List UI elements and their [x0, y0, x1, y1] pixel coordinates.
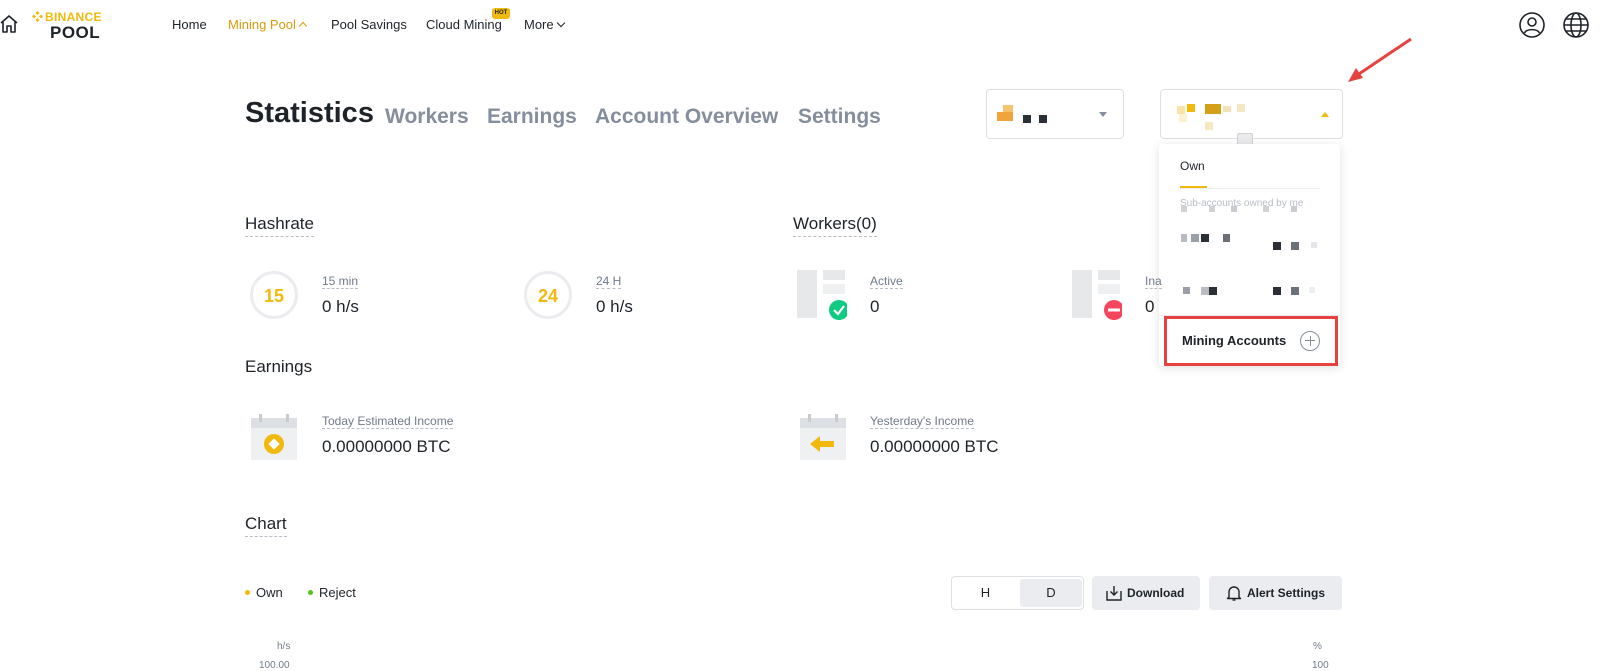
- hashrate-title: Hashrate: [245, 214, 314, 237]
- mining-accounts-row[interactable]: Mining Accounts: [1164, 316, 1338, 366]
- today-income-calendar-icon: [251, 414, 297, 460]
- active-workers-icon: [797, 270, 847, 320]
- home-icon[interactable]: [0, 14, 18, 34]
- annotation-arrow-icon: [1348, 37, 1412, 82]
- nav-cloud-mining[interactable]: Cloud Mining: [426, 17, 502, 32]
- alert-settings-button[interactable]: Alert Settings: [1209, 576, 1342, 610]
- earnings-title: Earnings: [245, 357, 313, 376]
- binance-diamond-icon: [32, 11, 43, 22]
- logo-pool-text: POOL: [50, 23, 101, 42]
- active-workers-value: 0: [870, 297, 880, 316]
- workers-title: Workers(0): [793, 214, 877, 237]
- download-button[interactable]: Download: [1092, 576, 1200, 610]
- hashrate-24h-value: 0 h/s: [596, 297, 633, 316]
- chevron-down-icon: [556, 18, 565, 28]
- y-axis-left-tick: 100.00: [259, 660, 290, 671]
- hashrate-15min-label: 15 min: [322, 274, 359, 289]
- legend-own-label[interactable]: Own: [256, 585, 283, 600]
- hashrate-15min-value: 0 h/s: [322, 297, 359, 316]
- today-income-label: Today Estimated Income: [322, 414, 454, 429]
- legend-reject-label[interactable]: Reject: [319, 585, 356, 600]
- binance-pool-logo[interactable]: BINANCE POOL: [32, 10, 112, 42]
- active-workers-label: Active: [870, 274, 903, 289]
- caret-up-icon: [1321, 112, 1329, 117]
- hot-badge: HOT: [492, 8, 510, 19]
- globe-language-icon[interactable]: [1562, 11, 1590, 39]
- interval-toggle: H D: [951, 576, 1084, 610]
- yesterday-income-label: Yesterday's Income: [870, 414, 974, 429]
- add-mining-account-icon[interactable]: [1300, 331, 1320, 351]
- tab-settings[interactable]: Settings: [798, 105, 881, 129]
- account-select[interactable]: [1160, 89, 1343, 139]
- inactive-workers-icon: [1072, 270, 1122, 320]
- chart-title: Chart: [245, 514, 287, 537]
- coin-select[interactable]: [986, 89, 1124, 139]
- hashrate-24h-label: 24 H: [596, 274, 622, 289]
- dropdown-tab-own[interactable]: Own: [1180, 159, 1205, 173]
- logo-binance-text: BINANCE: [45, 10, 102, 24]
- sub-accounts-label: Sub-accounts owned by me: [1180, 198, 1304, 209]
- alert-settings-label: Alert Settings: [1247, 586, 1326, 600]
- tab-earnings[interactable]: Earnings: [487, 105, 577, 129]
- today-income-value: 0.00000000 BTC: [322, 437, 451, 456]
- mining-accounts-label: Mining Accounts: [1182, 333, 1287, 348]
- caret-down-icon: [1099, 112, 1107, 117]
- y-axis-right-unit: %: [1313, 641, 1322, 652]
- legend-own-dot: [245, 590, 250, 595]
- refresh-24-icon: 24: [524, 271, 572, 319]
- inactive-workers-value: 0: [1145, 297, 1155, 316]
- y-axis-right-tick: 100: [1312, 660, 1329, 671]
- yesterday-income-value: 0.00000000 BTC: [870, 437, 999, 456]
- bell-icon: [1226, 586, 1242, 601]
- nav-home[interactable]: Home: [172, 17, 207, 32]
- nav-mining-pool[interactable]: Mining Pool: [228, 17, 308, 32]
- yesterday-income-calendar-icon: [800, 414, 846, 460]
- nav-more-label: More: [524, 17, 554, 32]
- tab-statistics[interactable]: Statistics: [245, 97, 374, 130]
- y-axis-left-unit: h/s: [277, 641, 291, 652]
- refresh-15-icon: 15: [250, 271, 298, 319]
- interval-hour-button[interactable]: H: [952, 577, 1019, 609]
- download-icon: [1106, 586, 1122, 601]
- refresh-15-icon-label: 15: [263, 286, 285, 306]
- tab-workers[interactable]: Workers: [385, 105, 469, 129]
- interval-day-button[interactable]: D: [1020, 579, 1082, 607]
- nav-more[interactable]: More: [524, 17, 565, 32]
- refresh-24-icon-label: 24: [537, 286, 559, 306]
- nav-mining-pool-label: Mining Pool: [228, 17, 296, 32]
- legend-reject-dot: [308, 590, 313, 595]
- chevron-up-icon: [298, 21, 308, 31]
- divider: [1180, 188, 1320, 189]
- inactive-workers-label: Ina: [1145, 274, 1162, 289]
- user-profile-icon[interactable]: [1518, 11, 1546, 39]
- download-label: Download: [1127, 586, 1185, 600]
- nav-pool-savings[interactable]: Pool Savings: [331, 17, 407, 32]
- tab-account-overview[interactable]: Account Overview: [595, 105, 778, 129]
